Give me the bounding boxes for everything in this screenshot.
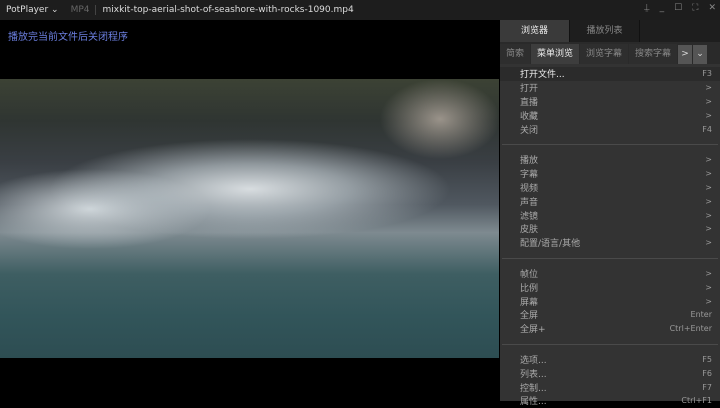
subtab-index[interactable]: 简索 (500, 44, 531, 64)
title-bar: PotPlayer ⌄ MP4 mixkit-top-aerial-shot-o… (0, 0, 720, 20)
menu-item[interactable]: 全屏+ Ctrl+Enter (500, 322, 720, 336)
submenu-arrow-icon: > (705, 296, 712, 306)
menu-item[interactable]: 皮肤 > (500, 222, 720, 236)
menu-item-label: 比例 (520, 283, 539, 294)
tab-playlist[interactable]: 播放列表 (570, 20, 640, 42)
menu-item[interactable]: 控制... F7 (500, 380, 720, 394)
menu-item-label: 直播 (520, 97, 539, 108)
menu-item[interactable]: 全屏 Enter (500, 308, 720, 322)
submenu-arrow-icon: > (705, 268, 712, 278)
shortcut-label: F6 (702, 368, 712, 378)
menu-item[interactable]: 直播 > (500, 95, 720, 109)
video-area[interactable]: 播放完当前文件后关闭程序 (0, 20, 500, 401)
menu-item[interactable]: 视频 > (500, 181, 720, 195)
video-frame (0, 79, 499, 358)
menu-separator (502, 143, 718, 145)
submenu-arrow-icon: > (705, 83, 712, 93)
menu-item[interactable]: 字幕 > (500, 167, 720, 181)
close-button[interactable]: ✕ (708, 3, 716, 13)
menu-item-label: 打开文件... (520, 70, 565, 81)
menu-separator (502, 343, 718, 345)
menu-item-label: 列表... (520, 369, 547, 380)
next-tab-button[interactable]: > (678, 45, 693, 64)
submenu-arrow-icon: > (705, 96, 712, 106)
menu-item[interactable]: 滤镜 > (500, 208, 720, 222)
menu-item[interactable]: 选项... F5 (500, 353, 720, 367)
menu-item-label: 全屏+ (520, 325, 546, 336)
menu-item[interactable]: 打开文件... F3 (500, 67, 720, 81)
menu-item[interactable]: 播放 > (500, 153, 720, 167)
submenu-arrow-icon: > (705, 110, 712, 120)
menu-list: 打开文件... F3 打开 > 直播 > 收藏 > 关闭 F4 播放 > 字幕 > 视频 > 声音 > 滤镜 > 皮肤 >… (500, 64, 720, 408)
menu-item-label: 关闭 (520, 125, 539, 136)
shortcut-label: F3 (702, 69, 712, 79)
menu-item[interactable]: 关闭 F4 (500, 122, 720, 136)
menu-item[interactable]: 帧位 > (500, 267, 720, 281)
pin-icon[interactable]: ⍊ (644, 3, 649, 13)
submenu-arrow-icon: > (705, 224, 712, 234)
tab-browser[interactable]: 浏览器 (500, 20, 570, 42)
format-label: MP4 (65, 5, 97, 15)
maximize-button[interactable]: ☐ (674, 3, 682, 13)
submenu-arrow-icon: > (705, 238, 712, 248)
shortcut-label: F5 (702, 354, 712, 364)
submenu-arrow-icon: > (705, 210, 712, 220)
menu-separator (502, 257, 718, 259)
subtab-menu-browse[interactable]: 菜单浏览 (531, 44, 580, 64)
menu-item-label: 选项... (520, 355, 547, 366)
menu-item-label: 皮肤 (520, 225, 539, 236)
menu-item-label: 声音 (520, 197, 539, 208)
menu-item-label: 全屏 (520, 311, 539, 322)
menu-item-label: 滤镜 (520, 211, 539, 222)
menu-item-label: 帧位 (520, 269, 539, 280)
menu-item-label: 视频 (520, 183, 539, 194)
menu-item[interactable]: 屏幕 > (500, 294, 720, 308)
submenu-arrow-icon: > (705, 196, 712, 206)
shortcut-label: F7 (702, 382, 712, 392)
minimize-button[interactable]: _ (660, 3, 665, 13)
menu-item-label: 收藏 (520, 111, 539, 122)
menu-item-label: 播放 (520, 156, 539, 167)
tab-dropdown-button[interactable]: ⌄ (693, 45, 708, 64)
submenu-arrow-icon: > (705, 169, 712, 179)
menu-item-label: 打开 (520, 84, 539, 95)
menu-item-label: 屏幕 (520, 297, 539, 308)
menu-item[interactable]: 配置/语言/其他 > (500, 236, 720, 250)
side-panel: 浏览器 播放列表 简索 菜单浏览 浏览字幕 搜索字幕 > ⌄ 打开文件... F3… (500, 20, 720, 407)
shortcut-label: F4 (702, 124, 712, 134)
menu-item-label: 控制... (520, 383, 547, 394)
subtab-browse-subtitles[interactable]: 浏览字幕 (580, 44, 629, 64)
menu-item[interactable]: 列表... F6 (500, 366, 720, 380)
menu-item[interactable]: 声音 > (500, 194, 720, 208)
shortcut-label: Enter (690, 310, 712, 320)
osd-notice: 播放完当前文件后关闭程序 (8, 32, 128, 43)
subtab-search-subtitles[interactable]: 搜索字幕 (629, 44, 678, 64)
shortcut-label: Ctrl+Enter (669, 324, 712, 334)
menu-item[interactable]: 比例 > (500, 280, 720, 294)
submenu-arrow-icon: > (705, 182, 712, 192)
menu-item[interactable]: 收藏 > (500, 108, 720, 122)
file-name: mixkit-top-aerial-shot-of-seashore-with-… (102, 5, 354, 15)
app-menu-button[interactable]: PotPlayer ⌄ (0, 5, 65, 15)
fullscreen-button[interactable]: ⛶ (692, 3, 698, 13)
submenu-arrow-icon: > (705, 282, 712, 292)
menu-item-label: 配置/语言/其他 (520, 239, 581, 250)
menu-item[interactable]: 打开 > (500, 81, 720, 95)
menu-item-label: 字幕 (520, 170, 539, 181)
submenu-arrow-icon: > (705, 155, 712, 165)
